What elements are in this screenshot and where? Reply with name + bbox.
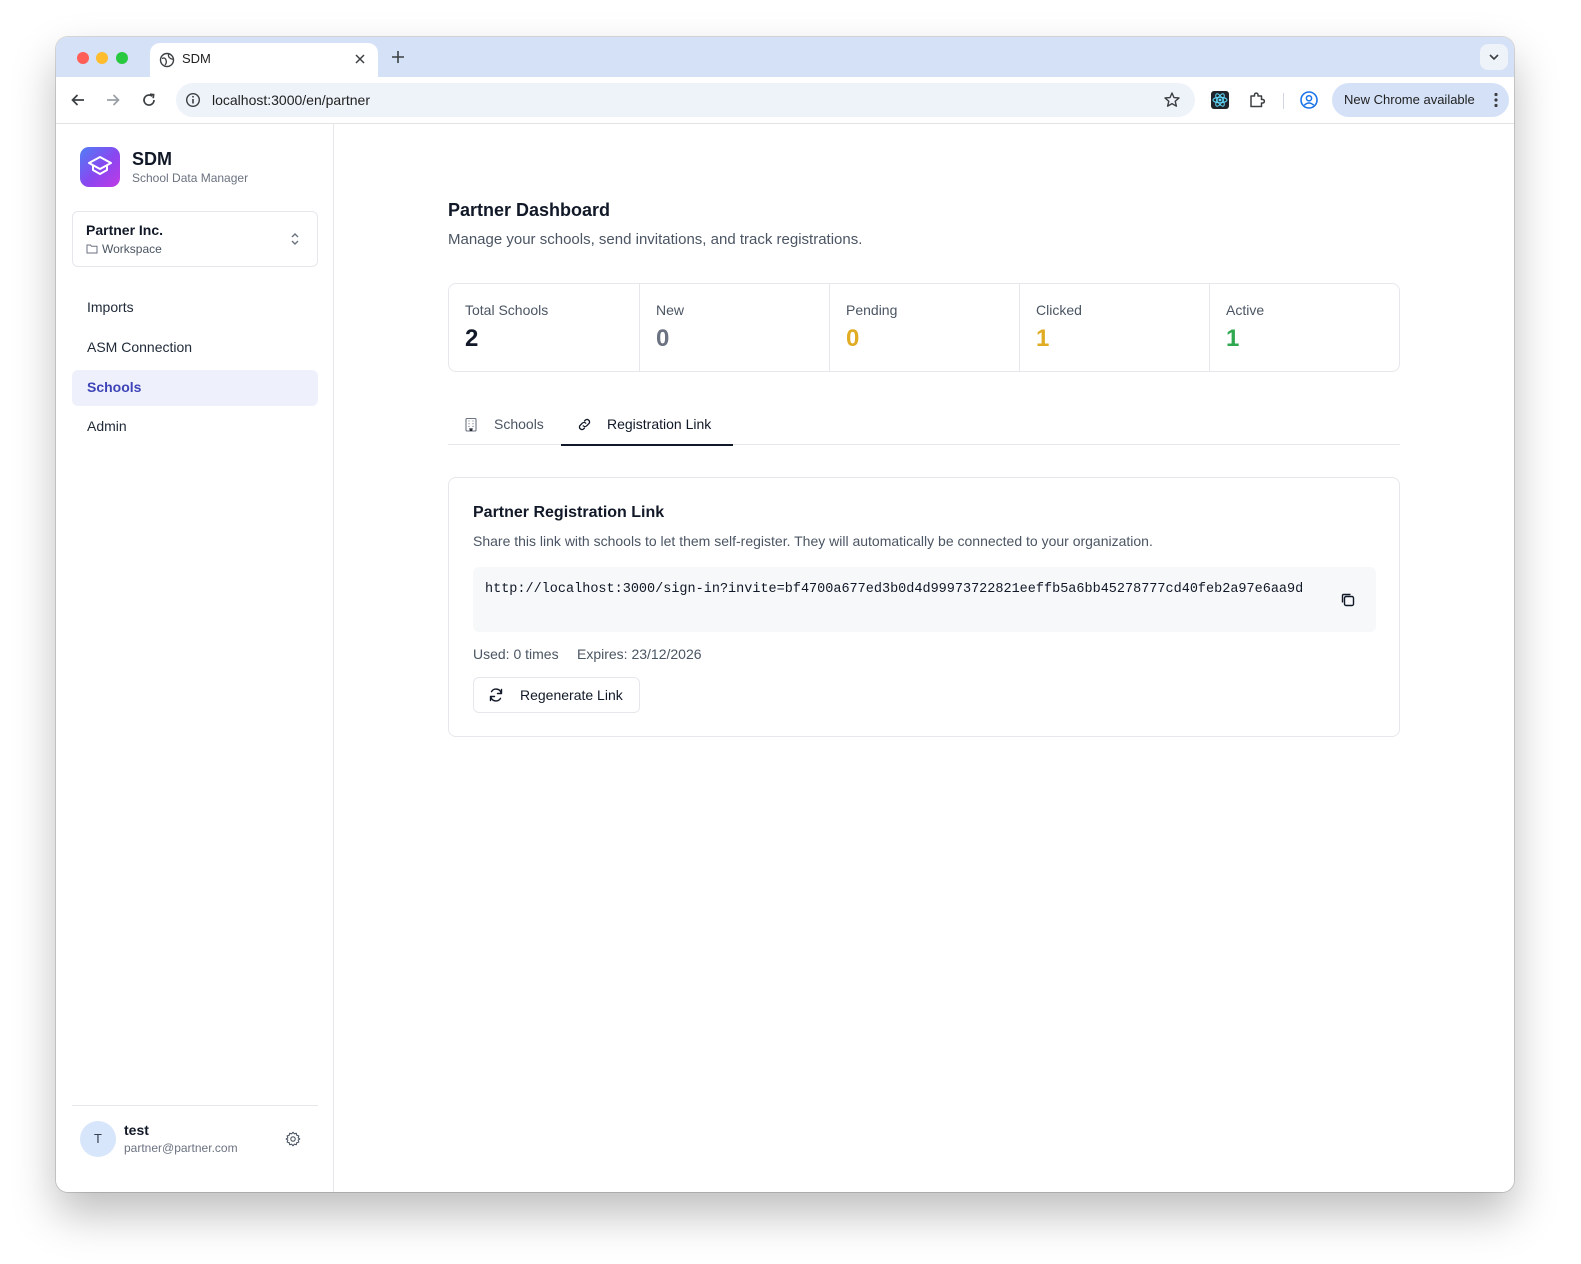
link-icon [578,418,591,431]
minimize-window-button[interactable] [96,52,108,64]
stat-label: New [656,302,685,318]
main-content: Partner Dashboard Manage your schools, s… [335,124,1514,1192]
page-title: Partner Dashboard [448,200,611,220]
regenerate-link-button[interactable]: Regenerate Link [473,677,640,713]
maximize-window-button[interactable] [116,52,128,64]
stat-value: 0 [846,325,860,352]
sidebar-item-asm-connection[interactable]: ASM Connection [72,330,318,366]
stat-label: Active [1226,302,1265,318]
stat-total-schools: Total Schools 2 [449,284,639,371]
content-tabs: Schools Registration Link [448,406,1400,446]
stat-label: Total Schools [465,302,549,318]
app-logo [80,147,120,187]
stat-value: 1 [1036,325,1050,352]
profile-icon[interactable] [1299,90,1319,110]
tab-search-button[interactable] [1480,44,1508,70]
close-window-button[interactable] [77,52,89,64]
sidebar-divider [72,1105,318,1106]
registration-link-text[interactable]: http://localhost:3000/sign-in?invite=bf4… [485,579,1315,600]
sidebar-item-label: Schools [87,379,142,395]
tab-registration-link[interactable]: Registration Link [561,406,733,446]
chrome-update-label: New Chrome available [1344,92,1475,107]
more-vertical-icon [1494,92,1498,108]
tab-schools[interactable]: Schools [448,406,560,445]
tab-strip: SDM [56,37,1514,77]
close-tab-icon[interactable] [352,51,368,67]
browser-window: SDM localhost:3000/en/partner New Chrome… [56,37,1514,1192]
workspace-switcher[interactable]: Partner Inc. Workspace [72,211,318,267]
card-title: Partner Registration Link [473,504,665,521]
extensions-puzzle-icon[interactable] [1247,90,1267,110]
stat-clicked: Clicked 1 [1019,284,1209,371]
new-tab-icon[interactable] [390,49,406,65]
sidebar-item-label: Admin [87,418,127,434]
tab-label: Registration Link [607,416,712,432]
link-usage-count: Used: 0 times [473,646,559,662]
reload-icon[interactable] [140,91,158,109]
registration-link-card: Partner Registration Link Share this lin… [448,477,1400,737]
browser-toolbar: localhost:3000/en/partner New Chrome ava… [56,77,1514,124]
tab-title: SDM [182,51,211,66]
building-icon [465,417,477,432]
stat-active: Active 1 [1209,284,1399,371]
sidebar-item-label: Imports [87,299,134,315]
site-info-icon[interactable] [185,92,201,108]
regenerate-link-label: Regenerate Link [520,687,623,703]
tab-label: Schools [494,416,544,432]
copy-icon[interactable] [1338,590,1358,610]
sidebar-item-schools[interactable]: Schools [72,370,318,406]
sidebar-item-admin[interactable]: Admin [72,409,318,445]
back-arrow-icon[interactable] [69,91,87,109]
stat-value: 2 [465,325,479,352]
stat-label: Clicked [1036,302,1082,318]
workspace-subtitle: Workspace [102,242,162,256]
bookmark-star-icon[interactable] [1163,91,1181,109]
forward-arrow-icon[interactable] [104,91,122,109]
stats-panel: Total Schools 2 New 0 Pending 0 Clicked … [448,283,1400,372]
address-bar[interactable]: localhost:3000/en/partner [176,83,1195,117]
url-text[interactable]: localhost:3000/en/partner [212,92,370,108]
settings-gear-icon[interactable] [285,1131,301,1147]
refresh-icon [489,688,503,702]
app-viewport: SDM School Data Manager Partner Inc. Wor… [56,124,1514,1192]
stat-pending: Pending 0 [829,284,1019,371]
user-name: test [124,1122,149,1138]
app-subtitle: School Data Manager [132,171,249,185]
chrome-update-button[interactable]: New Chrome available [1332,83,1509,117]
stat-value: 1 [1226,325,1240,352]
browser-tab[interactable]: SDM [150,43,378,77]
stat-label: Pending [846,302,898,318]
chevrons-up-down-icon [291,233,299,245]
user-email: partner@partner.com [124,1141,238,1155]
avatar: T [80,1121,116,1157]
stat-value: 0 [656,325,670,352]
sidebar: SDM School Data Manager Partner Inc. Wor… [56,124,334,1192]
sidebar-item-imports[interactable]: Imports [72,290,318,326]
chevron-down-icon [1489,54,1499,61]
page-description: Manage your schools, send invitations, a… [448,231,863,248]
folder-icon [86,244,98,254]
react-devtools-icon[interactable] [1210,90,1230,110]
graduation-cap-icon [88,156,112,175]
globe-icon [159,52,175,68]
sidebar-item-label: ASM Connection [87,339,193,355]
card-description: Share this link with schools to let them… [473,533,1153,549]
link-expiry-date: Expires: 23/12/2026 [577,646,702,662]
workspace-name: Partner Inc. [86,222,164,238]
toolbar-divider [1283,93,1284,109]
registration-link-box: http://localhost:3000/sign-in?invite=bf4… [473,567,1376,632]
stat-new: New 0 [639,284,829,371]
app-name: SDM [132,149,172,169]
